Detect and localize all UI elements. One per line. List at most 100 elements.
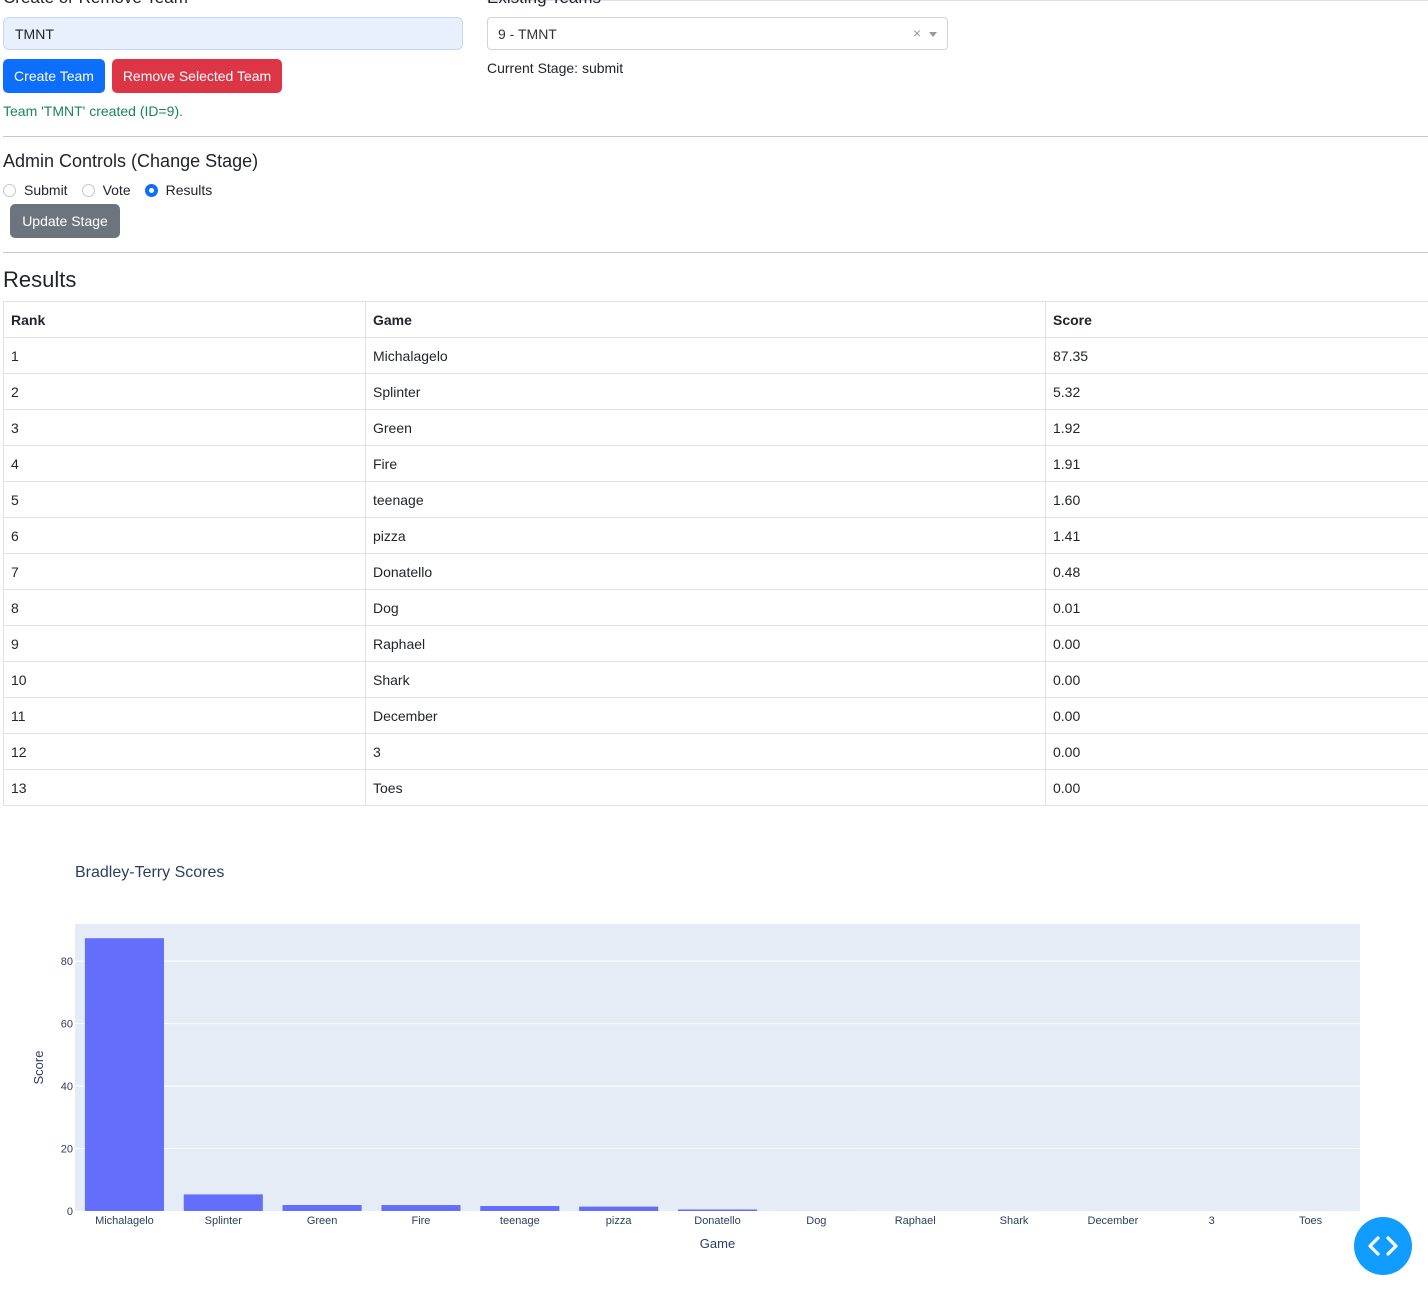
results-title: Results <box>3 267 76 293</box>
y-tick-label: 60 <box>61 1019 73 1031</box>
table-row: 8Dog0.01 <box>4 590 1428 626</box>
bar <box>283 1205 362 1211</box>
cell-game: Michalagelo <box>366 338 1046 374</box>
radio-submit[interactable] <box>3 184 16 197</box>
cell-game: Green <box>366 410 1046 446</box>
x-tick-label: Donatello <box>694 1215 740 1227</box>
cell-game: 3 <box>366 734 1046 770</box>
cell-rank: 6 <box>4 518 366 554</box>
admin-controls-title: Admin Controls (Change Stage) <box>3 151 258 172</box>
y-tick-label: 20 <box>61 1144 73 1156</box>
table-row: 3Green1.92 <box>4 410 1428 446</box>
cell-score: 0.01 <box>1046 590 1428 626</box>
table-row: 5teenage1.60 <box>4 482 1428 518</box>
cell-score: 0.00 <box>1046 698 1428 734</box>
cell-rank: 4 <box>4 446 366 482</box>
table-row: 1Michalagelo87.35 <box>4 338 1428 374</box>
table-row: 6pizza1.41 <box>4 518 1428 554</box>
cell-game: Fire <box>366 446 1046 482</box>
cell-score: 87.35 <box>1046 338 1428 374</box>
cell-score: 1.92 <box>1046 410 1428 446</box>
x-tick-label: Shark <box>1000 1215 1029 1227</box>
cell-score: 0.00 <box>1046 662 1428 698</box>
cell-rank: 10 <box>4 662 366 698</box>
cell-score: 0.00 <box>1046 626 1428 662</box>
x-tick-label: pizza <box>606 1215 633 1227</box>
radio-results-label[interactable]: Results <box>166 182 213 198</box>
table-row: 10Shark0.00 <box>4 662 1428 698</box>
current-stage-text: Current Stage: submit <box>487 60 623 76</box>
chart-svg: 020406080MichalageloSplinterGreenFiretee… <box>0 840 1428 1289</box>
cell-rank: 8 <box>4 590 366 626</box>
cell-score: 5.32 <box>1046 374 1428 410</box>
radio-vote[interactable] <box>82 184 95 197</box>
bar <box>381 1205 460 1211</box>
cell-score: 1.91 <box>1046 446 1428 482</box>
stage-radio-group: Submit Vote Results <box>3 182 226 198</box>
cell-rank: 11 <box>4 698 366 734</box>
cell-rank: 3 <box>4 410 366 446</box>
table-row: 7Donatello0.48 <box>4 554 1428 590</box>
bar <box>85 938 164 1211</box>
status-message: Team 'TMNT' created (ID=9). <box>3 103 183 119</box>
x-tick-label: Green <box>307 1215 338 1227</box>
bar <box>678 1210 757 1211</box>
table-row: 9Raphael0.00 <box>4 626 1428 662</box>
results-body: 1Michalagelo87.352Splinter5.323Green1.92… <box>4 338 1428 806</box>
table-row: 1230.00 <box>4 734 1428 770</box>
top-divider <box>487 0 1428 1</box>
team-name-input[interactable]: TMNT <box>3 17 463 50</box>
cell-game: Toes <box>366 770 1046 806</box>
existing-teams-heading: Existing Teams <box>487 0 601 8</box>
cell-game: teenage <box>366 482 1046 518</box>
create-team-heading: Create or Remove Team <box>3 0 188 8</box>
cell-rank: 9 <box>4 626 366 662</box>
update-stage-button[interactable]: Update Stage <box>10 204 120 238</box>
x-tick-label: December <box>1088 1215 1139 1227</box>
team-select-value: 9 - TMNT <box>498 26 557 42</box>
x-tick-label: teenage <box>500 1215 540 1227</box>
cell-game: Splinter <box>366 374 1046 410</box>
x-tick-label: Splinter <box>205 1215 243 1227</box>
y-tick-label: 80 <box>61 956 73 968</box>
code-toggle-button[interactable] <box>1354 1217 1412 1275</box>
header-game: Game <box>366 302 1046 338</box>
table-header-row: Rank Game Score <box>4 302 1428 338</box>
x-tick-label: Dog <box>806 1215 826 1227</box>
radio-results[interactable] <box>145 184 158 197</box>
cell-game: Raphael <box>366 626 1046 662</box>
radio-vote-label[interactable]: Vote <box>103 182 131 198</box>
cell-rank: 2 <box>4 374 366 410</box>
bt-scores-chart: Bradley-Terry Scores 0 20 40 60 80 Michalagel… <box>0 840 1428 1289</box>
cell-game: December <box>366 698 1046 734</box>
table-row: 13Toes0.00 <box>4 770 1428 806</box>
y-tick-label: 40 <box>61 1081 73 1093</box>
x-tick-label: Michalagelo <box>95 1215 154 1227</box>
remove-team-button[interactable]: Remove Selected Team <box>112 59 282 93</box>
cell-score: 1.60 <box>1046 482 1428 518</box>
code-icon <box>1366 1235 1400 1257</box>
cell-score: 0.48 <box>1046 554 1428 590</box>
bar <box>579 1207 658 1211</box>
y-axis-label: Score <box>31 1051 46 1085</box>
x-tick-label: Toes <box>1299 1215 1323 1227</box>
cell-game: Dog <box>366 590 1046 626</box>
cell-rank: 5 <box>4 482 366 518</box>
cell-score: 0.00 <box>1046 734 1428 770</box>
chart-title: Bradley-Terry Scores <box>75 864 224 882</box>
cell-game: Shark <box>366 662 1046 698</box>
cell-rank: 7 <box>4 554 366 590</box>
divider <box>3 136 1428 137</box>
team-select[interactable]: 9 - TMNT × <box>487 17 948 50</box>
plot-area <box>75 924 1360 1211</box>
header-rank: Rank <box>4 302 366 338</box>
x-tick-label: Raphael <box>895 1215 936 1227</box>
table-row: 2Splinter5.32 <box>4 374 1428 410</box>
table-row: 4Fire1.91 <box>4 446 1428 482</box>
create-team-button[interactable]: Create Team <box>3 59 105 93</box>
chevron-down-icon[interactable] <box>929 32 937 37</box>
y-tick-label: 0 <box>67 1206 73 1218</box>
cell-rank: 12 <box>4 734 366 770</box>
clear-icon[interactable]: × <box>913 25 921 41</box>
radio-submit-label[interactable]: Submit <box>24 182 68 198</box>
